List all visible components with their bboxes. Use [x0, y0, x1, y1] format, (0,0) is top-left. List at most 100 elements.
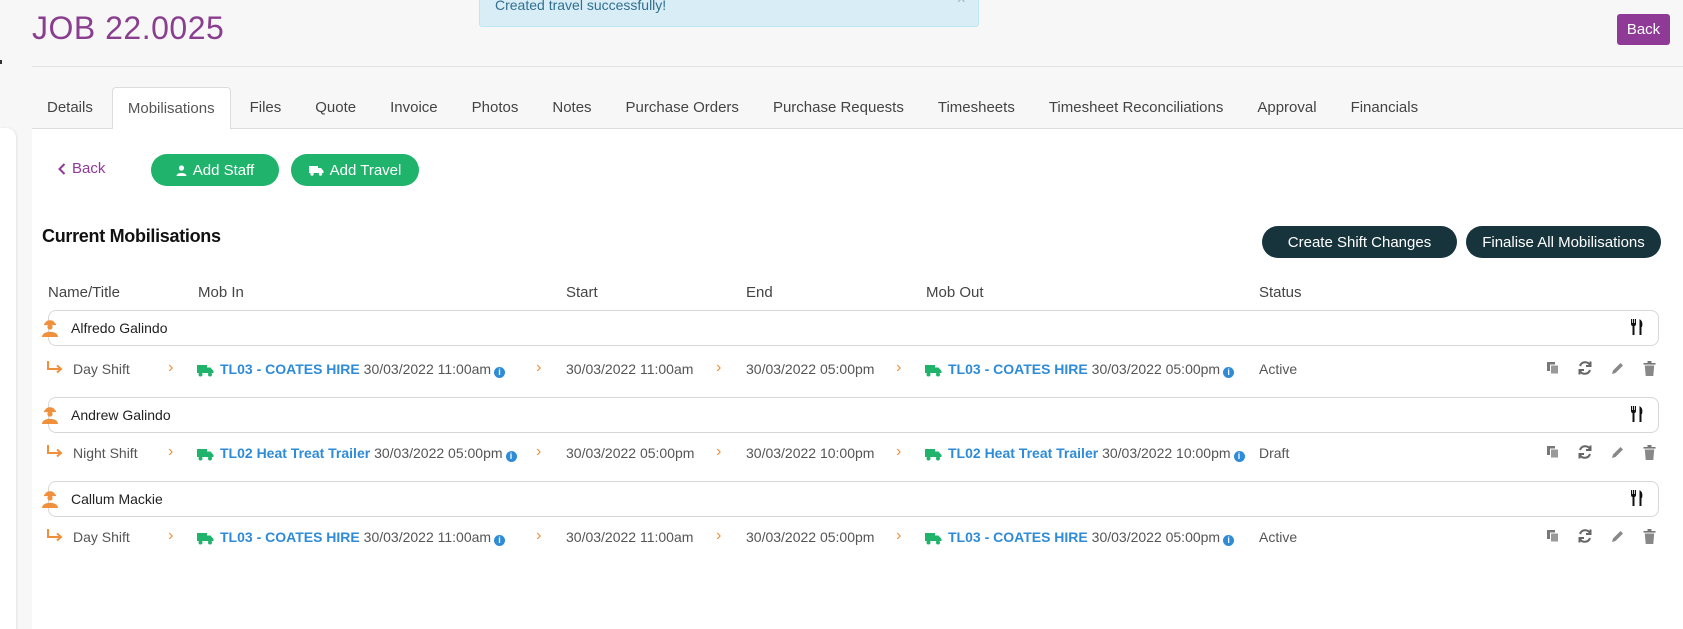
person-row[interactable]: Andrew Galindo	[42, 397, 1659, 433]
success-toast: Created travel successfully! ×	[479, 0, 979, 27]
tab-notes[interactable]: Notes	[537, 87, 606, 129]
chevron-right-icon: ›	[896, 359, 902, 376]
left-edge-mark	[0, 60, 2, 64]
mob-in-vehicle-link[interactable]: TL03 - COATES HIRE	[220, 361, 360, 377]
copy-icon[interactable]	[1544, 443, 1562, 461]
row-actions	[1544, 443, 1658, 461]
pencil-icon[interactable]	[1608, 359, 1626, 377]
trash-icon[interactable]	[1640, 359, 1658, 377]
user-icon	[176, 164, 187, 176]
truck-icon	[197, 449, 214, 461]
tab-invoice[interactable]: Invoice	[375, 87, 453, 129]
pencil-icon[interactable]	[1608, 527, 1626, 545]
cutlery-icon[interactable]	[1630, 406, 1644, 422]
info-icon[interactable]: i	[1233, 451, 1245, 462]
tab-photos[interactable]: Photos	[457, 87, 534, 129]
copy-icon[interactable]	[1544, 359, 1562, 377]
tab-timesheets[interactable]: Timesheets	[923, 87, 1030, 129]
trash-icon[interactable]	[1640, 443, 1658, 461]
truck-icon	[925, 533, 942, 545]
add-travel-label: Add Travel	[329, 161, 402, 179]
tab-files[interactable]: Files	[235, 87, 297, 129]
shift-label: Day Shift	[73, 529, 130, 545]
mob-in-vehicle-link[interactable]: TL02 Heat Treat Trailer	[220, 445, 370, 461]
refresh-icon[interactable]	[1576, 443, 1594, 461]
end-time: 30/03/2022 05:00pm	[746, 361, 875, 377]
person-name: Callum Mackie	[71, 491, 163, 507]
mob-in-time: 30/03/2022 11:00am	[363, 529, 492, 545]
info-icon[interactable]: i	[1223, 535, 1235, 546]
add-travel-button[interactable]: Add Travel	[291, 154, 419, 186]
cutlery-icon[interactable]	[1630, 490, 1644, 506]
copy-icon[interactable]	[1544, 527, 1562, 545]
refresh-icon[interactable]	[1576, 527, 1594, 545]
info-icon[interactable]: i	[494, 367, 506, 378]
header-back-button[interactable]: Back	[1617, 14, 1670, 45]
end-time: 30/03/2022 10:00pm	[746, 445, 875, 461]
person-row[interactable]: Alfredo Galindo	[42, 310, 1659, 346]
mob-out-cell: TL03 - COATES HIRE 30/03/2022 05:00pm i	[925, 361, 1235, 378]
toast-message: Created travel successfully!	[495, 0, 667, 13]
header-divider	[32, 66, 1683, 67]
side-panel-edge	[0, 128, 16, 629]
back-link[interactable]: Back	[58, 160, 105, 177]
cutlery-icon[interactable]	[1630, 319, 1644, 335]
mob-in-cell: TL02 Heat Treat Trailer 30/03/2022 05:00…	[197, 445, 517, 462]
toast-close-button[interactable]: ×	[957, 0, 966, 9]
column-header-mob-in: Mob In	[198, 284, 244, 301]
add-staff-button[interactable]: Add Staff	[151, 154, 279, 186]
mob-in-time: 30/03/2022 05:00pm	[374, 445, 503, 461]
info-icon[interactable]: i	[1223, 367, 1235, 378]
tab-timesheet-reconciliations[interactable]: Timesheet Reconciliations	[1034, 87, 1239, 129]
chevron-left-icon	[58, 162, 66, 175]
shift-row[interactable]: Night Shift › TL02 Heat Treat Trailer 30…	[44, 433, 1674, 473]
status-badge: Active	[1259, 361, 1298, 377]
mob-out-time: 30/03/2022 05:00pm	[1091, 361, 1221, 377]
shift-row[interactable]: Day Shift › TL03 - COATES HIRE 30/03/202…	[44, 517, 1674, 557]
tab-purchase-orders[interactable]: Purchase Orders	[611, 87, 754, 129]
person-name: Alfredo Galindo	[71, 320, 168, 336]
tab-quote[interactable]: Quote	[300, 87, 371, 129]
mob-in-cell: TL03 - COATES HIRE 30/03/2022 11:00am i	[197, 529, 506, 546]
finalise-all-mobilisations-button[interactable]: Finalise All Mobilisations	[1466, 226, 1661, 258]
chevron-right-icon: ›	[896, 527, 902, 544]
status-badge: Active	[1259, 529, 1298, 545]
refresh-icon[interactable]	[1576, 359, 1594, 377]
tab-purchase-requests[interactable]: Purchase Requests	[758, 87, 919, 129]
column-header-mob-out: Mob Out	[926, 284, 984, 301]
tab-details[interactable]: Details	[32, 87, 108, 129]
chevron-right-icon: ›	[168, 443, 174, 460]
chevron-right-icon: ›	[168, 359, 174, 376]
mob-out-cell: TL03 - COATES HIRE 30/03/2022 05:00pm i	[925, 529, 1235, 546]
chevron-right-icon: ›	[716, 527, 722, 544]
info-icon[interactable]: i	[505, 451, 517, 462]
page-title: JOB 22.0025	[32, 10, 225, 46]
chevron-right-icon: ›	[896, 443, 902, 460]
mob-out-vehicle-link[interactable]: TL03 - COATES HIRE	[948, 361, 1088, 377]
trash-icon[interactable]	[1640, 527, 1658, 545]
chevron-right-icon: ›	[536, 359, 542, 376]
tab-mobilisations[interactable]: Mobilisations	[111, 87, 231, 130]
truck-icon	[197, 533, 214, 545]
info-icon[interactable]: i	[494, 535, 506, 546]
person-row[interactable]: Callum Mackie	[42, 481, 1659, 517]
create-shift-changes-button[interactable]: Create Shift Changes	[1262, 226, 1457, 258]
add-staff-label: Add Staff	[192, 161, 255, 179]
mob-in-vehicle-link[interactable]: TL03 - COATES HIRE	[220, 529, 360, 545]
tab-approval[interactable]: Approval	[1242, 87, 1331, 129]
mob-out-vehicle-link[interactable]: TL03 - COATES HIRE	[948, 529, 1088, 545]
shift-label: Day Shift	[73, 361, 130, 377]
worker-icon	[42, 491, 58, 508]
mob-in-time: 30/03/2022 11:00am	[363, 361, 492, 377]
status-badge: Draft	[1259, 445, 1290, 461]
chevron-right-icon: ›	[536, 527, 542, 544]
truck-icon	[925, 365, 942, 377]
shift-row[interactable]: Day Shift › TL03 - COATES HIRE 30/03/202…	[44, 349, 1674, 389]
shift-arrow-icon	[47, 361, 63, 374]
column-header-status: Status	[1259, 284, 1302, 301]
pencil-icon[interactable]	[1608, 443, 1626, 461]
mob-out-vehicle-link[interactable]: TL02 Heat Treat Trailer	[948, 445, 1098, 461]
tab-financials[interactable]: Financials	[1336, 87, 1434, 129]
shift-arrow-icon	[47, 529, 63, 542]
worker-icon	[42, 407, 58, 424]
